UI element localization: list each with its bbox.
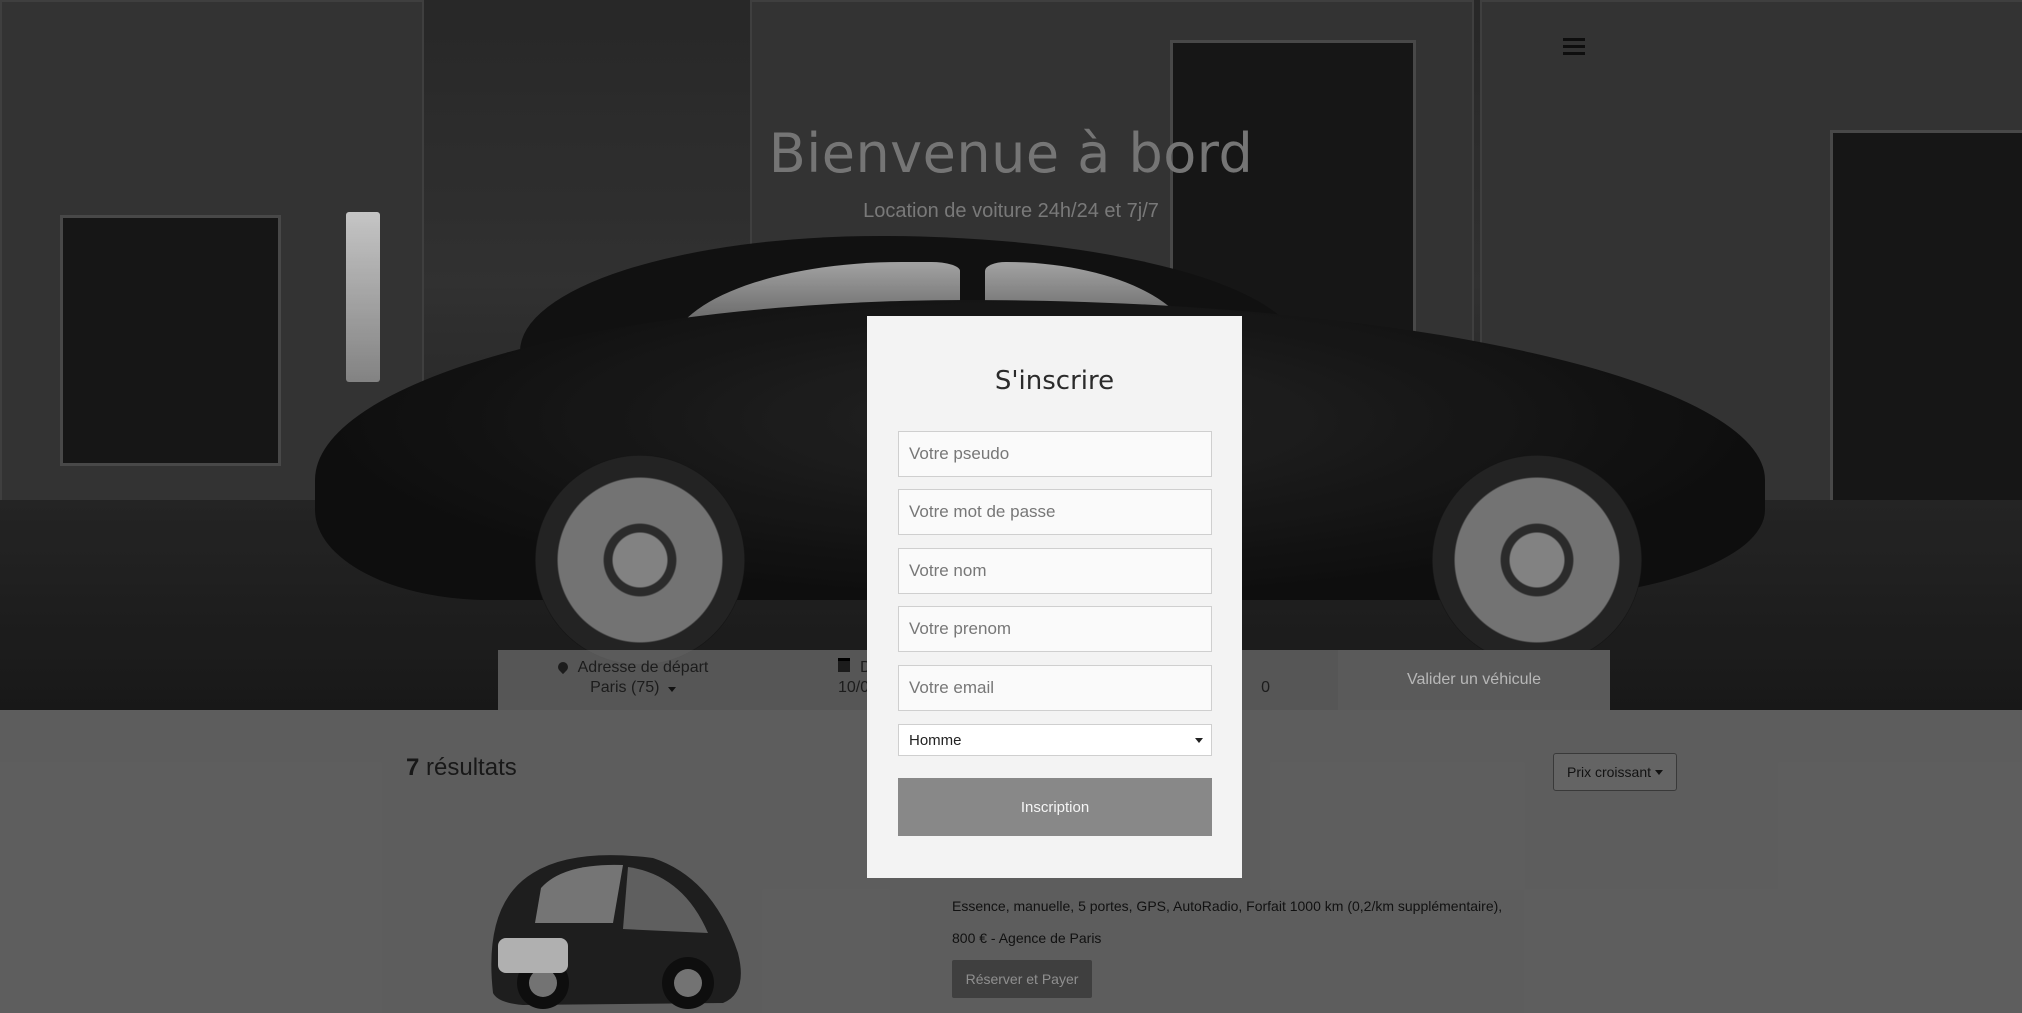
nom-input[interactable] — [898, 548, 1212, 594]
email-input[interactable] — [898, 665, 1212, 711]
password-input[interactable] — [898, 489, 1212, 535]
signup-submit-button[interactable]: Inscription — [898, 778, 1212, 836]
signup-modal: S'inscrire Homme Inscription — [867, 316, 1242, 878]
gender-value: Homme — [909, 731, 962, 749]
gender-select[interactable]: Homme — [898, 724, 1212, 756]
chevron-down-icon — [1195, 738, 1203, 743]
pseudo-input[interactable] — [898, 431, 1212, 477]
prenom-input[interactable] — [898, 606, 1212, 652]
modal-title: S'inscrire — [994, 366, 1115, 396]
